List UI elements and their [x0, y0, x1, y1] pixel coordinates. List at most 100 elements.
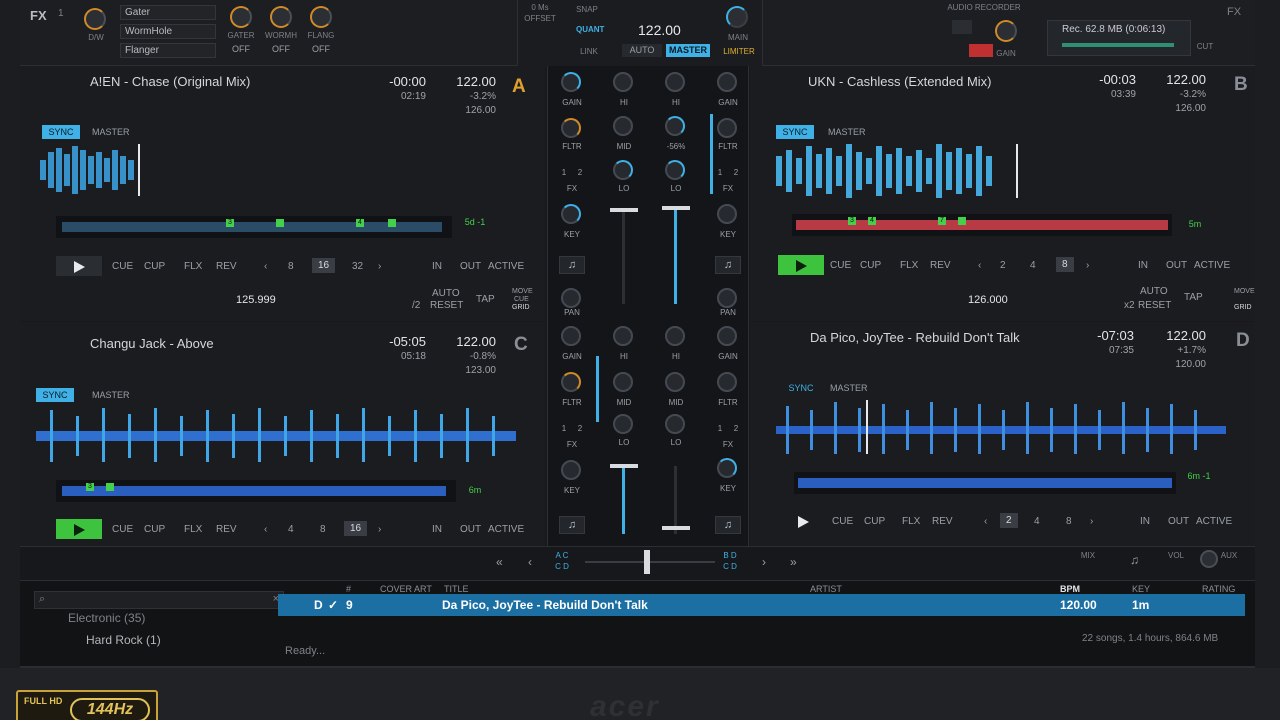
channel-b-volume-fader[interactable] — [662, 206, 690, 210]
deck-b-loop-size-8[interactable]: 8 — [1056, 257, 1074, 272]
column-artist[interactable]: ARTIST — [810, 584, 842, 594]
column-cover-art[interactable]: COVER ART — [380, 584, 432, 594]
deck-c-loop-next[interactable]: › — [378, 524, 381, 535]
wormhole-off-button[interactable]: OFF — [264, 44, 298, 54]
forward-icon[interactable]: › — [762, 555, 766, 569]
crossfader-track[interactable] — [585, 561, 715, 563]
deck-b-active-button[interactable]: ACTIVE — [1194, 260, 1230, 271]
column-number[interactable]: # — [346, 584, 351, 594]
channel-d-headphone-button[interactable]: ♫ — [715, 516, 741, 534]
eq-b-hi-knob[interactable] — [665, 72, 685, 92]
deck-a-flx-button[interactable]: FLX — [184, 261, 202, 272]
eq-b-mid-knob[interactable] — [665, 116, 685, 136]
deck-d-loop-next[interactable]: › — [1090, 516, 1093, 527]
fx-select-3[interactable]: Flanger — [120, 43, 216, 58]
deck-a-sync-button[interactable]: SYNC — [42, 125, 80, 139]
gater-off-button[interactable]: OFF — [224, 44, 258, 54]
channel-d-filter-knob[interactable] — [717, 372, 737, 392]
channel-b-fx-2[interactable]: 2 — [712, 168, 760, 177]
deck-a-master-button[interactable]: MASTER — [92, 127, 130, 137]
column-rating[interactable]: RATING — [1202, 584, 1235, 594]
deck-b-sync-button[interactable]: SYNC — [776, 125, 814, 139]
deck-d-loop-prev[interactable]: ‹ — [984, 516, 987, 527]
deck-b-rev-button[interactable]: REV — [930, 260, 951, 271]
link-button[interactable]: LINK — [574, 47, 604, 56]
deck-c-play-button[interactable] — [56, 519, 102, 539]
deck-a-cue-marker[interactable] — [388, 219, 396, 227]
channel-a-fx-2[interactable]: 2 — [556, 168, 604, 177]
crossfader-right-sub[interactable]: C D — [720, 562, 740, 571]
eq-d-mid-knob[interactable] — [665, 372, 685, 392]
channel-b-gain-knob[interactable] — [717, 72, 737, 92]
channel-c-filter-knob[interactable] — [561, 372, 581, 392]
deck-a-loop-prev[interactable]: ‹ — [264, 261, 267, 272]
deck-b-loop-next[interactable]: › — [1086, 260, 1089, 271]
deck-d-waveform[interactable] — [776, 398, 1226, 454]
deck-c-cue-button[interactable]: CUE — [112, 524, 133, 535]
deck-a-out-button[interactable]: OUT — [460, 261, 481, 272]
channel-c-headphone-button[interactable]: ♫ — [559, 516, 585, 534]
deck-b-loop-prev[interactable]: ‹ — [978, 260, 981, 271]
deck-a-cup-button[interactable]: CUP — [144, 261, 165, 272]
deck-b-master-button[interactable]: MASTER — [828, 127, 866, 137]
channel-a-gain-knob[interactable] — [561, 72, 581, 92]
deck-d-flx-button[interactable]: FLX — [902, 516, 920, 527]
crossfader-left-assign[interactable]: A C — [552, 551, 572, 560]
flanger-off-button[interactable]: OFF — [304, 44, 338, 54]
deck-a-cue-marker[interactable]: 4 — [356, 219, 364, 227]
deck-a-half-button[interactable]: /2 — [412, 300, 420, 311]
deck-a-loop-size-8[interactable]: 8 — [288, 261, 294, 272]
deck-a-loop-next[interactable]: › — [378, 261, 381, 272]
deck-b-cue-marker[interactable]: 3 — [848, 217, 856, 225]
deck-b-cue-marker[interactable]: 7 — [938, 217, 946, 225]
deck-a-tap-button[interactable]: TAP — [476, 294, 495, 305]
deck-c-loop-size-16[interactable]: 16 — [344, 521, 368, 536]
deck-a-overview-strip[interactable]: 3 4 — [56, 216, 452, 238]
deck-a-in-button[interactable]: IN — [432, 261, 442, 272]
deck-d-sync-button[interactable]: SYNC — [782, 381, 820, 395]
eq-c-hi-knob[interactable] — [613, 326, 633, 346]
table-row[interactable]: D ✓ 9 Da Pico, JoyTee - Rebuild Don't Ta… — [278, 594, 1245, 616]
channel-b-filter-knob[interactable] — [717, 118, 737, 138]
column-key[interactable]: KEY — [1132, 584, 1150, 594]
channel-d-gain-knob[interactable] — [717, 326, 737, 346]
deck-b-out-button[interactable]: OUT — [1166, 260, 1187, 271]
deck-a-play-button[interactable] — [56, 256, 102, 276]
eq-b-lo-knob[interactable] — [665, 160, 685, 180]
forward-double-icon[interactable]: » — [790, 555, 797, 569]
quant-button[interactable]: QUANT — [576, 25, 604, 34]
deck-d-play-button[interactable] — [780, 511, 826, 531]
deck-b-tap-button[interactable]: TAP — [1184, 292, 1203, 303]
deck-c-master-button[interactable]: MASTER — [92, 390, 130, 400]
deck-d-cup-button[interactable]: CUP — [864, 516, 885, 527]
deck-b-cup-button[interactable]: CUP — [860, 260, 881, 271]
deck-b-flx-button[interactable]: FLX — [900, 260, 918, 271]
column-title[interactable]: TITLE — [444, 584, 469, 594]
channel-d-volume-fader[interactable] — [662, 526, 690, 530]
tree-item-hard-rock[interactable]: Hard Rock (1) — [86, 633, 161, 647]
channel-a-filter-knob[interactable] — [561, 118, 581, 138]
channel-a-key-knob[interactable] — [561, 204, 581, 224]
snap-button[interactable]: SNAP — [572, 5, 602, 14]
deck-d-loop-size-2[interactable]: 2 — [1000, 513, 1018, 528]
channel-c-gain-knob[interactable] — [561, 326, 581, 346]
channel-b-headphone-button[interactable]: ♫ — [715, 256, 741, 274]
channel-c-volume-fader-track[interactable] — [622, 466, 625, 534]
eq-d-lo-knob[interactable] — [665, 414, 685, 434]
deck-a-rev-button[interactable]: REV — [216, 261, 237, 272]
deck-d-master-button[interactable]: MASTER — [830, 383, 868, 393]
cut-button[interactable]: CUT — [1190, 42, 1220, 51]
auto-button[interactable]: AUTO — [622, 44, 662, 57]
channel-b-pan-knob[interactable] — [717, 288, 737, 308]
search-input[interactable]: ⌕ × — [34, 591, 284, 609]
deck-b-cue-button[interactable]: CUE — [830, 260, 851, 271]
eq-a-mid-knob[interactable] — [613, 116, 633, 136]
main-volume-knob[interactable] — [726, 6, 748, 28]
deck-c-cue-marker[interactable] — [106, 483, 114, 491]
crossfader-right-assign[interactable]: B D — [720, 551, 740, 560]
channel-a-volume-fader-track[interactable] — [622, 208, 625, 304]
deck-b-waveform[interactable] — [772, 142, 1242, 198]
deck-d-out-button[interactable]: OUT — [1168, 516, 1189, 527]
deck-a-reset-button[interactable]: RESET — [430, 300, 463, 311]
deck-a-cue-marker[interactable]: 3 — [226, 219, 234, 227]
